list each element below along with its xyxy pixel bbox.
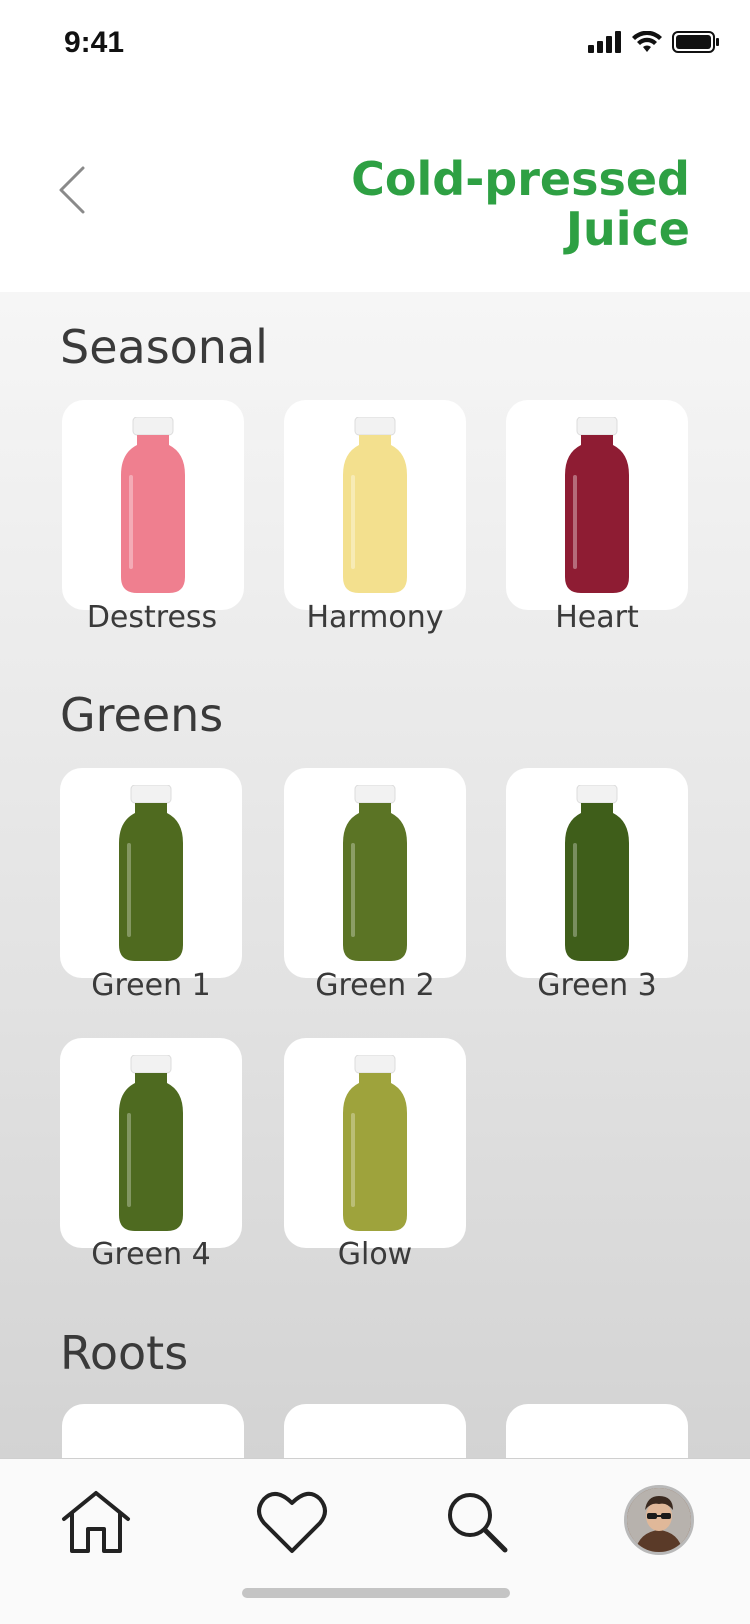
- product-card-roots-3[interactable]: [506, 1404, 688, 1458]
- product-card-green-4[interactable]: [60, 1038, 242, 1248]
- product-card-green-2[interactable]: [284, 768, 466, 978]
- product-card-green-1[interactable]: [60, 768, 242, 978]
- tab-home[interactable]: [58, 1489, 134, 1559]
- heart-icon: [257, 1491, 327, 1553]
- product-card-harmony[interactable]: [284, 400, 466, 610]
- header: Cold-pressed Juice: [0, 92, 750, 292]
- product-card-destress[interactable]: [62, 400, 244, 610]
- bottle-image: [565, 785, 629, 961]
- product-label: Green 2: [315, 968, 435, 1003]
- status-bar: 9:41: [0, 0, 750, 92]
- bottle-image: [343, 785, 407, 961]
- product-label: Glow: [337, 1237, 413, 1272]
- product-card-heart[interactable]: [506, 400, 688, 610]
- section-title-seasonal: Seasonal: [60, 320, 268, 374]
- signal-icon: [588, 31, 621, 53]
- bottle-image: [119, 1055, 183, 1231]
- product-card-glow[interactable]: [284, 1038, 466, 1248]
- bottle-image: [343, 417, 407, 593]
- product-label: Green 3: [537, 968, 657, 1003]
- tab-favorites[interactable]: [256, 1489, 328, 1559]
- tab-bar: [0, 1458, 750, 1624]
- chevron-left-icon: [59, 166, 85, 214]
- product-card-roots-2[interactable]: [284, 1404, 466, 1458]
- page-title: Cold-pressed Juice: [351, 152, 690, 256]
- bottle-image: [343, 1055, 407, 1231]
- section-title-roots: Roots: [60, 1326, 189, 1380]
- product-label: Harmony: [306, 600, 444, 635]
- product-label: Green 4: [91, 1237, 211, 1272]
- home-icon: [62, 1491, 130, 1553]
- product-label: Heart: [555, 600, 639, 635]
- back-button[interactable]: [50, 162, 94, 218]
- product-label: Green 1: [91, 968, 211, 1003]
- product-label: Destress: [86, 600, 218, 635]
- bottle-image: [121, 417, 185, 593]
- home-indicator: [242, 1588, 510, 1598]
- battery-icon: [672, 31, 719, 53]
- status-icons: [588, 30, 720, 54]
- search-icon: [448, 1493, 508, 1553]
- avatar[interactable]: [624, 1485, 694, 1555]
- wifi-icon: [632, 31, 662, 52]
- status-time: 9:41: [64, 26, 125, 59]
- product-card-green-3[interactable]: [506, 768, 688, 978]
- bottle-image: [565, 417, 629, 593]
- product-card-roots-1[interactable]: [62, 1404, 244, 1458]
- bottle-image: [119, 785, 183, 961]
- section-title-greens: Greens: [60, 688, 224, 742]
- profile-photo: [627, 1488, 691, 1552]
- tab-search[interactable]: [444, 1489, 510, 1559]
- content-scroll[interactable]: Seasonal Destress Harmony Heart Greens G…: [0, 292, 750, 1458]
